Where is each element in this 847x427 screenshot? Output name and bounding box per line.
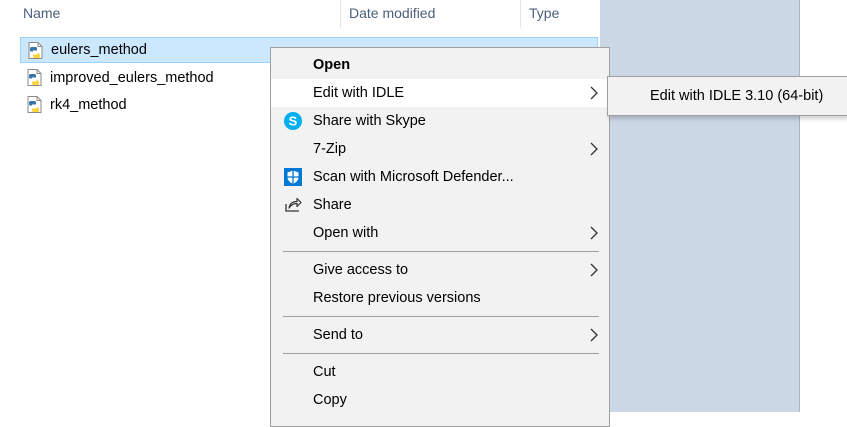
context-menu: Open Edit with IDLE S Share with Skype 7… bbox=[270, 47, 610, 427]
file-name: improved_eulers_method bbox=[50, 70, 214, 86]
defender-shield-icon bbox=[284, 168, 302, 186]
menu-item-label: Share with Skype bbox=[313, 113, 426, 129]
menu-item-give-access-to[interactable]: Give access to bbox=[271, 256, 609, 284]
column-header-date-modified[interactable]: Date modified bbox=[349, 0, 435, 30]
menu-item-label: Restore previous versions bbox=[313, 290, 481, 306]
python-file-icon bbox=[28, 42, 43, 59]
menu-item-label: Send to bbox=[313, 327, 363, 343]
menu-item-cut[interactable]: Cut bbox=[271, 358, 609, 386]
menu-item-open[interactable]: Open bbox=[271, 51, 609, 79]
menu-item-7-zip[interactable]: 7-Zip bbox=[271, 135, 609, 163]
menu-item-label: Copy bbox=[313, 392, 347, 408]
menu-item-label: Scan with Microsoft Defender... bbox=[313, 169, 514, 185]
column-header-name[interactable]: Name bbox=[23, 0, 60, 30]
menu-item-open-with[interactable]: Open with bbox=[271, 219, 609, 247]
column-header-type[interactable]: Type bbox=[529, 0, 559, 30]
menu-item-copy[interactable]: Copy bbox=[271, 386, 609, 414]
background-panel bbox=[600, 0, 800, 412]
file-name: eulers_method bbox=[51, 42, 147, 58]
python-file-icon bbox=[27, 69, 42, 86]
menu-item-restore-previous-versions[interactable]: Restore previous versions bbox=[271, 284, 609, 312]
chevron-right-icon bbox=[590, 328, 598, 342]
column-divider[interactable] bbox=[340, 0, 341, 28]
file-name: rk4_method bbox=[50, 97, 127, 113]
menu-item-label: Edit with IDLE bbox=[313, 85, 405, 101]
menu-item-send-to[interactable]: Send to bbox=[271, 321, 609, 349]
python-file-icon bbox=[27, 96, 42, 113]
menu-separator bbox=[283, 353, 599, 354]
menu-separator bbox=[283, 251, 599, 252]
chevron-right-icon bbox=[590, 142, 598, 156]
menu-item-label: Edit with IDLE 3.10 (64-bit) bbox=[650, 88, 824, 104]
menu-item-share[interactable]: Share bbox=[271, 191, 609, 219]
edit-with-idle-submenu: Edit with IDLE 3.10 (64-bit) bbox=[607, 76, 847, 116]
menu-separator bbox=[283, 316, 599, 317]
chevron-right-icon bbox=[590, 86, 598, 100]
menu-item-label: Open bbox=[313, 57, 351, 73]
chevron-right-icon bbox=[590, 263, 598, 277]
menu-item-edit-with-idle[interactable]: Edit with IDLE bbox=[271, 79, 609, 107]
column-divider[interactable] bbox=[520, 0, 521, 28]
menu-item-label: 7-Zip bbox=[313, 141, 347, 157]
chevron-right-icon bbox=[590, 226, 598, 240]
menu-item-share-with-skype[interactable]: S Share with Skype bbox=[271, 107, 609, 135]
menu-item-label: Share bbox=[313, 197, 352, 213]
menu-item-label: Give access to bbox=[313, 262, 409, 278]
menu-item-edit-with-idle-310[interactable]: Edit with IDLE 3.10 (64-bit) bbox=[608, 81, 847, 111]
menu-item-scan-defender[interactable]: Scan with Microsoft Defender... bbox=[271, 163, 609, 191]
svg-text:S: S bbox=[289, 114, 298, 129]
menu-item-label: Open with bbox=[313, 225, 379, 241]
menu-item-label: Cut bbox=[313, 364, 336, 380]
skype-icon: S bbox=[284, 112, 302, 130]
share-icon bbox=[285, 197, 302, 212]
